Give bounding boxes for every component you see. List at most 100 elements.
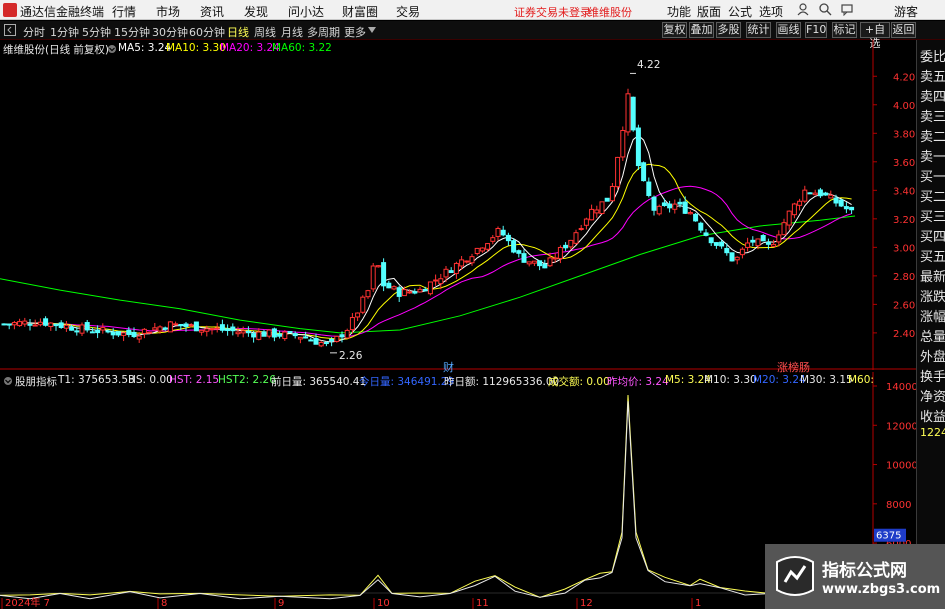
period-15min[interactable]: 15分钟 bbox=[114, 24, 150, 40]
side-sell3[interactable]: 卖三 bbox=[920, 106, 945, 125]
period-monthly[interactable]: 月线 bbox=[281, 24, 303, 40]
settings-icon[interactable] bbox=[107, 44, 117, 54]
btn-tongji[interactable]: 统计 bbox=[746, 22, 771, 38]
candle-up bbox=[136, 335, 142, 340]
menu-caifuquan[interactable]: 财富圈 bbox=[342, 3, 378, 20]
ma20-value: MA20: 3.24 bbox=[220, 42, 280, 54]
price-chart[interactable]: 4.20 4.00 3.80 3.60 3.40 3.20 3.00 2.80 2.60 2.40 bbox=[0, 40, 916, 370]
candle-down bbox=[713, 242, 719, 246]
menu-wenxiaoda[interactable]: 问小达 bbox=[288, 3, 324, 20]
menu-banmian[interactable]: 版面 bbox=[697, 3, 721, 20]
menu-zixun[interactable]: 资讯 bbox=[200, 3, 224, 20]
candle-down bbox=[422, 288, 428, 292]
indicator-settings-icon[interactable] bbox=[3, 376, 13, 386]
period-1min[interactable]: 1分钟 bbox=[50, 24, 79, 40]
side-buy2[interactable]: 买二 bbox=[920, 186, 945, 205]
candle-down bbox=[838, 199, 844, 207]
stock-notice[interactable]: 维维股份 bbox=[588, 4, 632, 20]
candle-down bbox=[261, 331, 267, 337]
candle-down bbox=[69, 326, 75, 331]
chevron-down-icon[interactable] bbox=[368, 27, 376, 33]
side-netasset[interactable]: 净资 bbox=[920, 386, 945, 405]
period-multi[interactable]: 多周期 bbox=[307, 24, 340, 40]
side-weibi[interactable]: 委比 bbox=[920, 46, 945, 65]
deal-amt-value: 成交额: 0.00 bbox=[548, 376, 610, 388]
menu-jiaoyi[interactable]: 交易 bbox=[396, 3, 420, 20]
side-buy5[interactable]: 买五 bbox=[920, 246, 945, 265]
candle-up bbox=[615, 156, 621, 188]
candle-down bbox=[339, 334, 345, 338]
side-turnover[interactable]: 换手 bbox=[920, 366, 945, 385]
menu-shichang[interactable]: 市场 bbox=[156, 3, 180, 20]
side-change-pct[interactable]: 涨幅 bbox=[920, 306, 945, 325]
candle-up bbox=[781, 222, 787, 236]
vol-tick-label: 10000 bbox=[886, 461, 916, 472]
candle-up bbox=[687, 212, 693, 215]
login-notice[interactable]: 证券交易未登录 bbox=[514, 4, 591, 20]
candle-down bbox=[500, 229, 506, 236]
prev-avg-value: 昨均价: 3.24 bbox=[607, 376, 669, 388]
search-icon[interactable] bbox=[818, 2, 832, 16]
period-30min[interactable]: 30分钟 bbox=[152, 24, 188, 40]
side-sell2[interactable]: 卖二 bbox=[920, 126, 945, 145]
watermark: 指标公式网 www.zbgs3.com bbox=[765, 544, 945, 609]
side-sell5[interactable]: 卖五 bbox=[920, 66, 945, 85]
side-sell4[interactable]: 卖四 bbox=[920, 86, 945, 105]
menu-xuanxiang[interactable]: 选项 bbox=[759, 3, 783, 20]
date-label: 8 bbox=[161, 598, 167, 609]
watermark-logo-icon bbox=[776, 556, 814, 596]
btn-fanhui[interactable]: 返回 bbox=[891, 22, 916, 38]
btn-fuquan[interactable]: 复权 bbox=[662, 22, 687, 38]
side-sell1[interactable]: 卖一 bbox=[920, 146, 945, 165]
btn-diejia[interactable]: 叠加 bbox=[689, 22, 714, 38]
chat-icon[interactable] bbox=[840, 2, 854, 16]
menu-gongneng[interactable]: 功能 bbox=[667, 3, 691, 20]
candle-up bbox=[599, 201, 605, 214]
side-buy3[interactable]: 买三 bbox=[920, 206, 945, 225]
candle-up bbox=[344, 329, 350, 339]
user-guest[interactable]: 游客 bbox=[894, 3, 918, 20]
period-5min[interactable]: 5分钟 bbox=[82, 24, 111, 40]
btn-duogu[interactable]: 多股 bbox=[716, 22, 741, 38]
candle-down bbox=[646, 181, 652, 196]
btn-huaxian[interactable]: 画线 bbox=[776, 22, 801, 38]
side-change[interactable]: 涨跌 bbox=[920, 286, 945, 305]
period-weekly[interactable]: 周线 bbox=[254, 24, 276, 40]
collapse-icon[interactable] bbox=[4, 24, 16, 36]
user-icon[interactable] bbox=[796, 2, 810, 16]
period-60min[interactable]: 60分钟 bbox=[189, 24, 225, 40]
candle-down bbox=[807, 192, 813, 195]
candle-down bbox=[95, 329, 101, 334]
candle-up bbox=[802, 189, 808, 202]
side-latest[interactable]: 最新 bbox=[920, 266, 945, 285]
candle-up bbox=[282, 331, 288, 340]
btn-zixuan[interactable]: +自选 bbox=[860, 22, 890, 50]
menu-faxian[interactable]: 发现 bbox=[244, 3, 268, 20]
menu-gongshi[interactable]: 公式 bbox=[728, 3, 752, 20]
period-more[interactable]: 更多 bbox=[344, 24, 366, 40]
low-label: 2.26 bbox=[339, 350, 363, 362]
hst2-value: HST2: 2.26 bbox=[218, 374, 276, 386]
candle-down bbox=[604, 197, 610, 202]
side-outer[interactable]: 外盘 bbox=[920, 346, 945, 365]
btn-f10[interactable]: F10 bbox=[805, 22, 827, 38]
side-buy1[interactable]: 买一 bbox=[920, 166, 945, 185]
period-daily[interactable]: 日线 bbox=[227, 24, 249, 40]
candle-up bbox=[349, 317, 355, 331]
btn-biaoji[interactable]: 标记 bbox=[832, 22, 857, 38]
candle-up bbox=[620, 130, 626, 158]
menu-hangqing[interactable]: 行情 bbox=[112, 3, 136, 20]
candle-down bbox=[765, 241, 771, 245]
side-buy4[interactable]: 买四 bbox=[920, 226, 945, 245]
candle-down bbox=[516, 250, 522, 254]
candle-up bbox=[152, 327, 158, 331]
side-earnings[interactable]: 收益 bbox=[920, 406, 945, 425]
candle-up bbox=[334, 335, 340, 342]
candle-down bbox=[833, 197, 839, 204]
candle-down bbox=[89, 331, 95, 334]
period-fenshi[interactable]: 分时 bbox=[23, 24, 45, 40]
vol-tick-label: 12000 bbox=[886, 421, 916, 432]
hs-value: HS: 0.00 bbox=[128, 374, 173, 386]
side-volume[interactable]: 总量 bbox=[920, 326, 945, 345]
candle-down bbox=[448, 270, 454, 274]
